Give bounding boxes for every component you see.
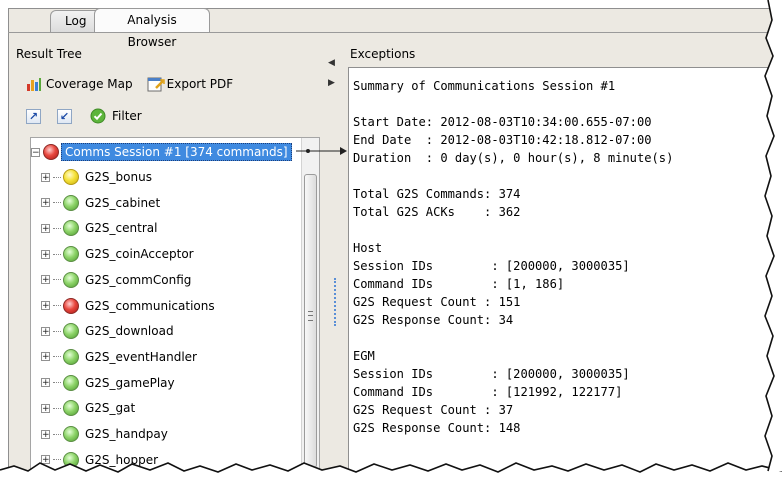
torn-edge-decoration bbox=[0, 0, 782, 479]
tab-analysis-browser[interactable]: Analysis Browser bbox=[94, 8, 210, 49]
